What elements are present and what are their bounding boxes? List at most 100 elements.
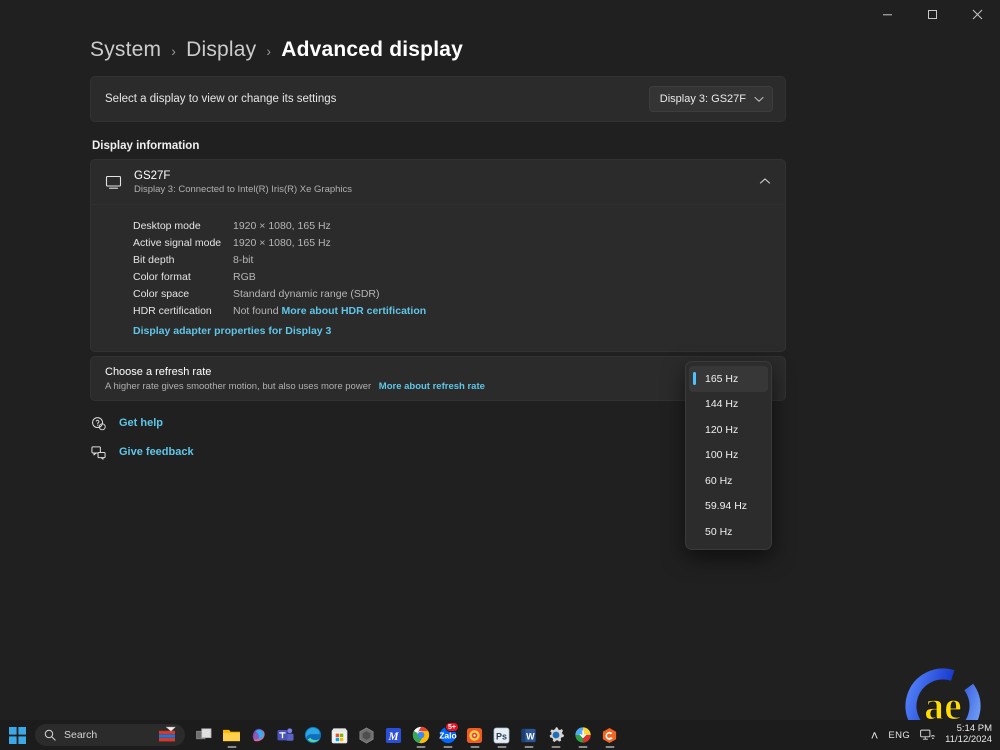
- taskbar-zalo[interactable]: Zalo 5+: [434, 721, 461, 749]
- display-adapter-properties-link[interactable]: Display adapter properties for Display 3: [133, 325, 771, 337]
- taskbar-microsoft-edge[interactable]: [299, 721, 326, 749]
- table-row: Active signal mode 1920 × 1080, 165 Hz: [133, 234, 426, 251]
- display-selector-dropdown[interactable]: Display 3: GS27F: [648, 86, 773, 112]
- taskbar-colorful-app[interactable]: [461, 721, 488, 749]
- copilot-icon: [252, 728, 265, 742]
- info-value: 1920 × 1080, 165 Hz: [233, 236, 331, 249]
- tray-network-icon[interactable]: [920, 729, 935, 742]
- windows-logo-icon: [9, 726, 26, 744]
- google-chrome-icon: [412, 726, 429, 744]
- taskbar-microsoft-teams[interactable]: [272, 721, 299, 749]
- breadcrumb-item-system[interactable]: System: [90, 38, 161, 62]
- window-titlebar: [0, 0, 1000, 28]
- orange-app-icon: [602, 727, 617, 743]
- info-key: Color space: [133, 287, 190, 300]
- hdr-value: Not found: [233, 304, 279, 317]
- close-button[interactable]: [955, 0, 1000, 28]
- taskbar: Search M Zalo 5+ Ps W ˄ ENG 5:14 PM 11/1…: [0, 720, 1000, 750]
- table-row: Bit depth 8-bit: [133, 251, 426, 268]
- taskbar-adobe-photoshop[interactable]: Ps: [488, 721, 515, 749]
- give-feedback-row[interactable]: Give feedback: [90, 444, 194, 460]
- table-row: Color space Standard dynamic range (SDR): [133, 285, 426, 302]
- taskbar-blue-m-app[interactable]: M: [380, 721, 407, 749]
- taskbar-settings[interactable]: [542, 721, 569, 749]
- breadcrumb-item-advanced-display: Advanced display: [281, 38, 463, 61]
- display-selector-value: Display 3: GS27F: [659, 93, 746, 105]
- table-row: HDR certification Not found More about H…: [133, 302, 426, 319]
- refresh-rate-option-60[interactable]: 60 Hz: [689, 468, 768, 494]
- refresh-rate-option-165[interactable]: 165 Hz: [689, 366, 768, 392]
- microsoft-word-icon: W: [521, 728, 536, 742]
- taskbar-start-button[interactable]: [4, 721, 31, 749]
- close-icon: [972, 9, 983, 19]
- get-help-label: Get help: [119, 417, 164, 429]
- taskbar-microsoft-store[interactable]: [326, 721, 353, 749]
- taskbar-internet-download-manager[interactable]: [569, 721, 596, 749]
- taskbar-google-chrome[interactable]: [407, 721, 434, 749]
- minimize-button[interactable]: [865, 0, 910, 28]
- taskbar-task-view-button[interactable]: [191, 721, 218, 749]
- refresh-rate-option-120[interactable]: 120 Hz: [689, 417, 768, 443]
- refresh-rate-description-text: A higher rate gives smoother motion, but…: [105, 380, 372, 392]
- gear-icon: [549, 727, 564, 743]
- svg-text:Ps: Ps: [496, 731, 507, 741]
- books-stack-icon: [159, 726, 177, 741]
- taskbar-orange-app[interactable]: [596, 721, 623, 749]
- refresh-rate-option-100[interactable]: 100 Hz: [689, 443, 768, 469]
- refresh-rate-title: Choose a refresh rate: [105, 365, 212, 378]
- feedback-icon: [90, 444, 106, 460]
- adobe-photoshop-icon: Ps: [493, 727, 510, 743]
- info-key: Desktop mode: [133, 219, 201, 232]
- idm-icon: [574, 727, 591, 743]
- settings-content: Select a display to view or change its s…: [90, 76, 786, 401]
- info-key: Color format: [133, 270, 191, 283]
- taskbar-copilot[interactable]: [245, 721, 272, 749]
- info-value: RGB: [233, 270, 256, 283]
- select-display-card: Select a display to view or change its s…: [90, 76, 786, 122]
- table-row: Color format RGB: [133, 268, 426, 285]
- taskbar-microsoft-word[interactable]: W: [515, 721, 542, 749]
- chevron-up-icon[interactable]: [759, 176, 771, 188]
- tray-language-indicator[interactable]: ENG: [888, 730, 910, 741]
- taskbar-unigraphics-app[interactable]: [353, 721, 380, 749]
- info-value: Standard dynamic range (SDR): [233, 287, 380, 300]
- help-links: Get help Give feedback: [90, 415, 194, 460]
- info-key: HDR certification: [133, 304, 212, 317]
- svg-text:Zalo: Zalo: [439, 731, 457, 741]
- settings-page: System › Display › Advanced display Sele…: [0, 28, 1000, 750]
- maximize-button[interactable]: [910, 0, 955, 28]
- display-information-expander: GS27F Display 3: Connected to Intel(R) I…: [90, 159, 786, 352]
- select-display-label: Select a display to view or change its s…: [105, 93, 337, 105]
- file-explorer-icon: [223, 729, 240, 742]
- display-information-table: Desktop mode 1920 × 1080, 165 Hz Active …: [133, 217, 426, 319]
- display-information-heading: Display information: [92, 140, 200, 152]
- info-key: Active signal mode: [133, 236, 222, 249]
- microsoft-edge-icon: [304, 726, 321, 744]
- help-icon: [90, 415, 106, 431]
- refresh-rate-option-144[interactable]: 144 Hz: [689, 392, 768, 418]
- svg-text:W: W: [526, 731, 535, 741]
- refresh-rate-card: Choose a refresh rate A higher rate give…: [90, 356, 786, 401]
- give-feedback-label: Give feedback: [119, 446, 194, 458]
- breadcrumb-separator-icon: ›: [266, 43, 272, 59]
- tray-clock[interactable]: 5:14 PM 11/12/2024: [945, 723, 992, 746]
- refresh-rate-dropdown-flyout[interactable]: 165 Hz 144 Hz 120 Hz 100 Hz 60 Hz 59.94 …: [685, 361, 772, 550]
- breadcrumb-separator-icon: ›: [171, 43, 177, 59]
- breadcrumb: System › Display › Advanced display: [90, 38, 463, 62]
- taskbar-file-explorer[interactable]: [218, 721, 245, 749]
- info-value: 1920 × 1080, 165 Hz: [233, 219, 331, 232]
- info-value: 8-bit: [233, 253, 254, 266]
- taskbar-search-box[interactable]: Search: [35, 724, 185, 746]
- display-expander-header[interactable]: GS27F Display 3: Connected to Intel(R) I…: [91, 160, 785, 204]
- get-help-row[interactable]: Get help: [90, 415, 194, 431]
- tray-overflow-chevron-icon[interactable]: ˄: [871, 728, 879, 743]
- refresh-rate-description: A higher rate gives smoother motion, but…: [105, 381, 485, 392]
- refresh-rate-option-50[interactable]: 50 Hz: [689, 519, 768, 545]
- hdr-certification-link[interactable]: More about HDR certification: [281, 305, 426, 317]
- breadcrumb-item-display[interactable]: Display: [186, 38, 256, 62]
- maximize-icon: [928, 9, 937, 19]
- monitor-connection-info: Display 3: Connected to Intel(R) Iris(R)…: [134, 183, 353, 195]
- refresh-rate-option-59-94[interactable]: 59.94 Hz: [689, 494, 768, 520]
- table-row: Desktop mode 1920 × 1080, 165 Hz: [133, 217, 426, 234]
- more-about-refresh-rate-link[interactable]: More about refresh rate: [379, 381, 485, 392]
